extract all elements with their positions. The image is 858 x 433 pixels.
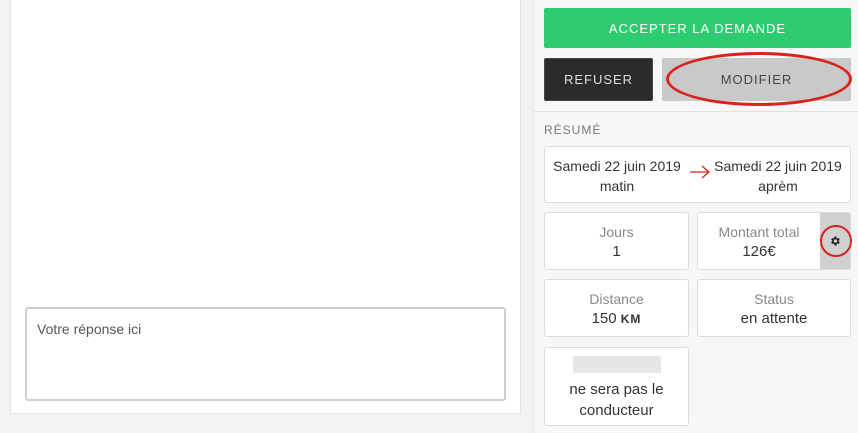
request-sidebar: ACCEPTER LA DEMANDE REFUSER MODIFIER RÉS… <box>533 0 858 433</box>
redacted-name <box>572 356 661 373</box>
total-amount-card: Montant total 126€ <box>697 212 851 270</box>
status-card: Status en attente <box>697 279 851 337</box>
conversation-panel <box>10 0 521 414</box>
total-amount-value: 126€ <box>742 243 776 260</box>
days-label: Jours <box>599 224 634 240</box>
distance-card: Distance 150 KM <box>544 279 689 337</box>
driver-card: ne sera pas le conducteur <box>544 347 689 426</box>
distance-unit: KM <box>620 312 642 326</box>
date-from-period: matin <box>599 178 635 194</box>
date-to: Samedi 22 juin 2019 aprèm <box>708 156 848 196</box>
days-card: Jours 1 <box>544 212 689 270</box>
accept-request-button[interactable]: ACCEPTER LA DEMANDE <box>544 8 851 48</box>
divider <box>534 111 858 112</box>
modify-button[interactable]: MODIFIER <box>662 58 851 101</box>
distance-label: Distance <box>589 291 644 307</box>
date-from-day: Samedi 22 juin 2019 <box>553 158 681 174</box>
date-to-period: aprèm <box>758 178 798 194</box>
date-range-card: Samedi 22 juin 2019 matin Samedi 22 juin… <box>544 146 851 203</box>
status-label: Status <box>754 291 794 307</box>
status-value: en attente <box>740 310 808 327</box>
refuse-button[interactable]: REFUSER <box>544 58 653 101</box>
total-amount-label: Montant total <box>718 224 800 240</box>
distance-number: 150 <box>591 310 617 327</box>
driver-note: ne sera pas le conducteur <box>569 381 664 419</box>
distance-value: 150 KM <box>545 310 688 327</box>
date-from: Samedi 22 juin 2019 matin <box>547 156 687 196</box>
date-to-day: Samedi 22 juin 2019 <box>714 158 842 174</box>
days-value: 1 <box>612 243 621 260</box>
reply-input[interactable] <box>25 307 506 401</box>
edit-amount-button[interactable] <box>820 213 850 269</box>
summary-heading: RÉSUMÉ <box>544 123 602 137</box>
gear-icon <box>831 236 840 246</box>
